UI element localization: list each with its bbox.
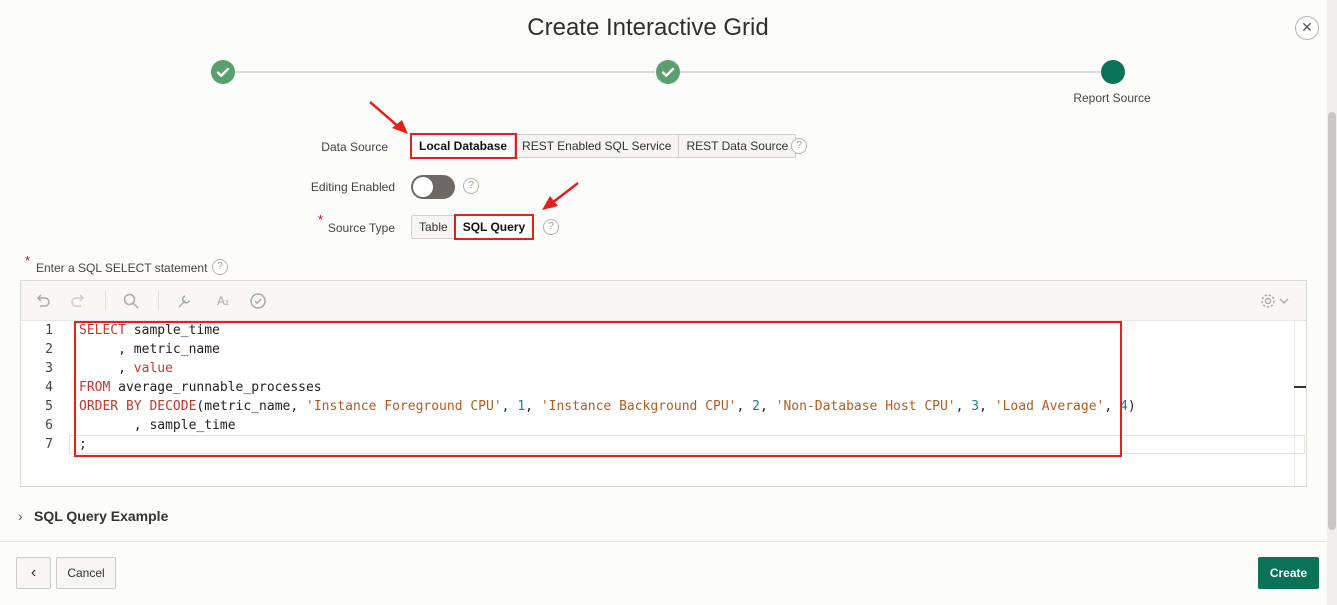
help-icon[interactable]: ? — [463, 178, 479, 194]
wizard-progress: Report Source — [0, 60, 1337, 110]
data-source-rest-sql[interactable]: REST Enabled SQL Service — [515, 135, 680, 157]
help-icon[interactable]: ? — [212, 259, 228, 275]
chevron-left-icon: ‹ — [30, 564, 37, 581]
redo-icon[interactable] — [69, 292, 87, 310]
required-marker: * — [25, 253, 31, 268]
search-icon[interactable] — [122, 292, 140, 310]
sql-statement-label: Enter a SQL SELECT statement — [36, 261, 208, 275]
editing-enabled-toggle[interactable] — [411, 175, 455, 199]
annotation-arrow-icon — [542, 182, 579, 210]
sql-editor[interactable]: Az 1 2 3 4 5 6 7 SELECT sample_time , me… — [20, 280, 1307, 487]
toggle-knob — [413, 177, 433, 197]
close-icon: ✕ — [1301, 19, 1313, 35]
scrollbar-thumb[interactable] — [1328, 112, 1336, 530]
line-number: 4 — [45, 380, 53, 395]
source-type-selector: Table SQL Query — [411, 214, 535, 240]
wizard-connector — [235, 71, 655, 73]
data-source-selector: Local Database REST Enabled SQL Service … — [409, 133, 797, 159]
sql-query-example-label: SQL Query Example — [34, 508, 169, 524]
close-button[interactable]: ✕ — [1295, 16, 1319, 40]
text-case-icon[interactable]: Az — [212, 292, 234, 310]
dialog-title: Create Interactive Grid — [527, 14, 769, 41]
line-number: 2 — [45, 342, 53, 357]
wizard-step-label: Report Source — [1073, 91, 1151, 105]
code-area[interactable]: 1 2 3 4 5 6 7 SELECT sample_time , metri… — [21, 321, 1306, 486]
editor-scrollbar[interactable] — [1294, 321, 1306, 486]
wizard-step-3-current — [1101, 60, 1125, 84]
wrench-icon[interactable] — [176, 292, 194, 310]
toolbar-separator — [105, 291, 106, 311]
data-source-rest-data[interactable]: REST Data Source — [679, 135, 795, 157]
line-number: 7 — [45, 437, 53, 452]
data-source-label: Data Source — [321, 140, 388, 154]
source-type-sql-query[interactable]: SQL Query — [453, 214, 535, 240]
wizard-connector — [680, 71, 1100, 73]
annotation-arrow-icon — [369, 101, 408, 134]
line-number: 5 — [45, 399, 53, 414]
line-number: 1 — [45, 323, 53, 338]
help-icon[interactable]: ? — [791, 138, 807, 154]
wizard-step-1-complete — [211, 60, 235, 84]
line-number: 6 — [45, 418, 53, 433]
source-type-table[interactable]: Table — [412, 216, 456, 238]
create-button[interactable]: Create — [1258, 557, 1319, 589]
check-icon — [661, 67, 675, 77]
cursor-marker — [1294, 386, 1306, 388]
check-circle-icon[interactable] — [249, 292, 267, 310]
editor-toolbar: Az — [21, 281, 1306, 321]
cancel-button[interactable]: Cancel — [56, 557, 116, 589]
line-number: 3 — [45, 361, 53, 376]
sql-query-example-toggle[interactable]: › SQL Query Example — [18, 508, 168, 524]
help-icon[interactable]: ? — [543, 219, 559, 235]
line-gutter: 1 2 3 4 5 6 7 — [21, 321, 69, 486]
source-type-label: Source Type — [327, 221, 395, 235]
back-button[interactable]: ‹ — [16, 557, 51, 589]
data-source-local-database[interactable]: Local Database — [409, 133, 518, 159]
code-highlight-box — [74, 321, 1122, 457]
toolbar-separator — [158, 291, 159, 311]
undo-icon[interactable] — [34, 292, 52, 310]
chevron-down-icon[interactable] — [1275, 292, 1289, 310]
wizard-step-2-complete — [656, 60, 680, 84]
editing-enabled-label: Editing Enabled — [310, 180, 395, 194]
chevron-right-icon: › — [18, 508, 23, 524]
dialog-footer: ‹ Cancel Create — [0, 541, 1327, 605]
check-icon — [216, 67, 230, 77]
